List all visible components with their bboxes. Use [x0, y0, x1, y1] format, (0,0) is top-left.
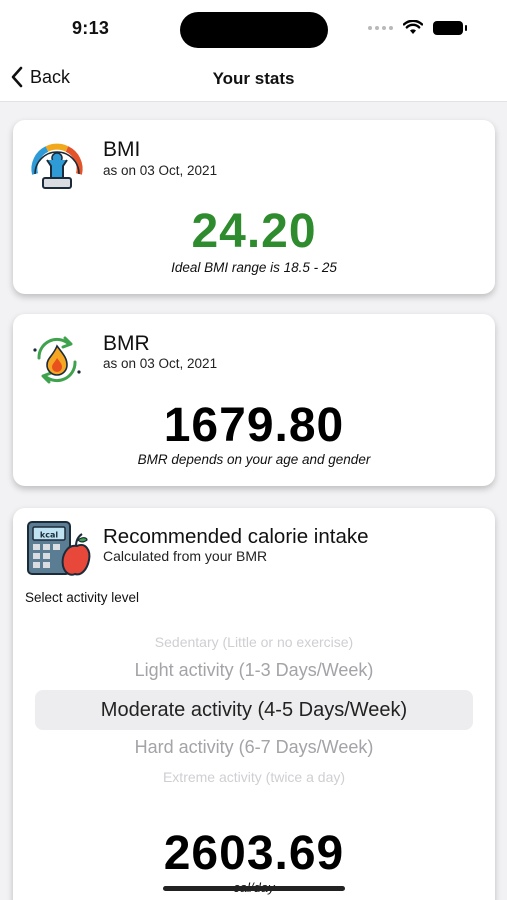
status-time: 9:13 [72, 18, 110, 38]
cellular-signal-icon [368, 25, 393, 30]
calorie-value: 2603.69 [163, 827, 345, 880]
bmi-date: as on 03 Oct, 2021 [103, 163, 218, 178]
calorie-title: Recommended calorie intake [103, 525, 369, 548]
bmi-card: BMI as on 03 Oct, 2021 24.20 Ideal BMI r… [13, 120, 495, 294]
status-bar: 9:13 [0, 0, 507, 56]
bmr-title: BMR [103, 332, 150, 355]
bmi-value: 24.20 [191, 205, 317, 258]
bmi-gauge-person-icon [31, 143, 83, 189]
status-icons [368, 20, 467, 35]
picker-option[interactable]: Hard activity (6-7 Days/Week) [35, 737, 473, 758]
page-title: Your stats [212, 69, 295, 88]
calorie-subtitle: Calculated from your BMR [103, 548, 268, 564]
bmr-flame-cycle-icon [33, 336, 81, 384]
picker-option[interactable]: Light activity (1-3 Days/Week) [35, 660, 473, 681]
picker-option[interactable]: Sedentary (Little or no exercise) [35, 634, 473, 650]
bmr-date: as on 03 Oct, 2021 [103, 356, 218, 371]
wifi-icon [403, 20, 423, 34]
picker-option-selected[interactable]: Moderate activity (4-5 Days/Week) [35, 699, 473, 722]
activity-level-picker[interactable]: Sedentary (Little or no exercise) Light … [35, 628, 473, 788]
bmr-value: 1679.80 [163, 399, 345, 452]
home-indicator [163, 886, 345, 891]
bmi-title: BMI [103, 138, 141, 161]
dynamic-island [180, 12, 328, 48]
picker-option[interactable]: Extreme activity (twice a day) [35, 769, 473, 785]
bmi-hint: Ideal BMI range is 18.5 - 25 [171, 260, 337, 275]
bmr-card: BMR as on 03 Oct, 2021 1679.80 BMR depen… [13, 314, 495, 486]
calculator-apple-icon: kcal [27, 521, 91, 576]
battery-icon [433, 20, 467, 35]
calculator-screen-text: kcal [40, 531, 58, 540]
navigation-bar: Back Your stats [0, 56, 507, 102]
activity-level-label: Select activity level [25, 590, 140, 605]
calorie-card: kcal Recommended calorie intake Calculat… [13, 508, 495, 900]
bmr-hint: BMR depends on your age and gender [137, 452, 371, 467]
